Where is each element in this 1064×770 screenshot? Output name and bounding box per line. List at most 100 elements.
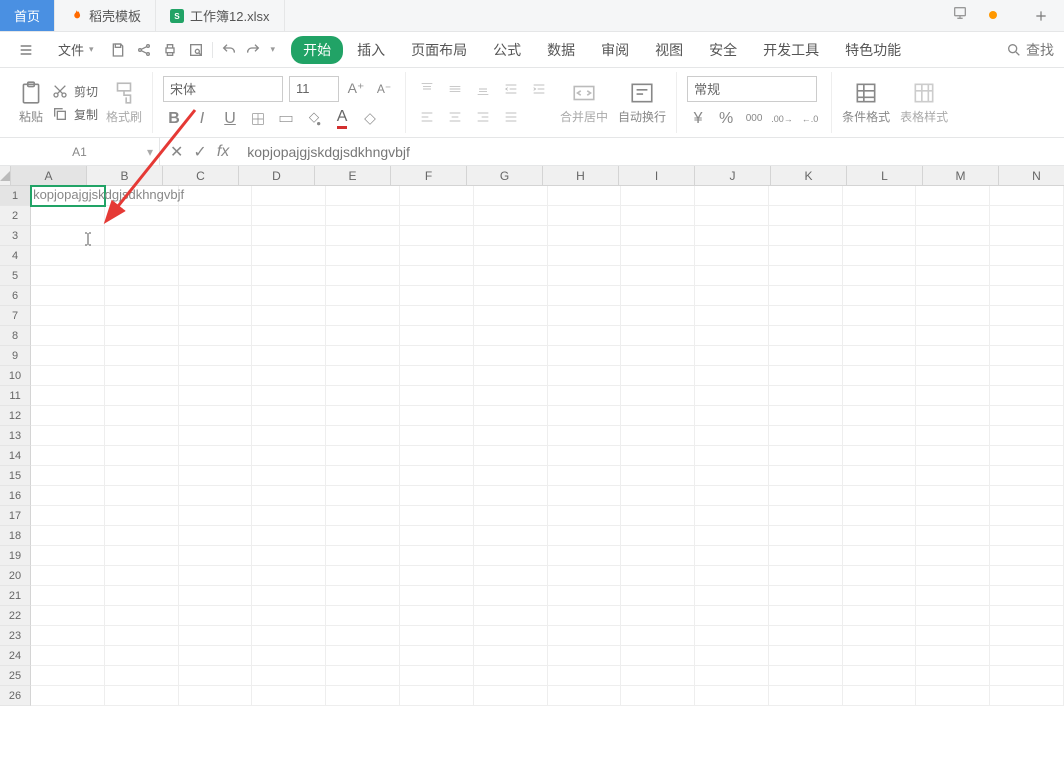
cell-D13[interactable]: [252, 426, 326, 446]
tab-home[interactable]: 首页: [0, 0, 55, 31]
cell-F5[interactable]: [400, 266, 474, 286]
cell-C7[interactable]: [179, 306, 253, 326]
cell-F2[interactable]: [400, 206, 474, 226]
ribbon-tab-layout[interactable]: 页面布局: [399, 36, 479, 64]
cell-K7[interactable]: [769, 306, 843, 326]
cell-I11[interactable]: [621, 386, 695, 406]
cell-L11[interactable]: [843, 386, 917, 406]
cell-M18[interactable]: [916, 526, 990, 546]
cell-A13[interactable]: [31, 426, 105, 446]
cell-G26[interactable]: [474, 686, 548, 706]
row-header-17[interactable]: 17: [0, 506, 31, 526]
cell-C22[interactable]: [179, 606, 253, 626]
cell-N4[interactable]: [990, 246, 1064, 266]
cell-H22[interactable]: [548, 606, 622, 626]
cell-L7[interactable]: [843, 306, 917, 326]
cell-D26[interactable]: [252, 686, 326, 706]
name-box[interactable]: A1 ▾: [0, 138, 160, 165]
cell-I10[interactable]: [621, 366, 695, 386]
cell-N1[interactable]: [990, 186, 1064, 206]
row-header-13[interactable]: 13: [0, 426, 31, 446]
cell-M22[interactable]: [916, 606, 990, 626]
column-header-I[interactable]: I: [619, 166, 695, 186]
cell-A5[interactable]: [31, 266, 105, 286]
cell-H17[interactable]: [548, 506, 622, 526]
cell-N20[interactable]: [990, 566, 1064, 586]
column-header-G[interactable]: G: [467, 166, 543, 186]
cell-C17[interactable]: [179, 506, 253, 526]
cell-A15[interactable]: [31, 466, 105, 486]
cell-H12[interactable]: [548, 406, 622, 426]
cell-B6[interactable]: [105, 286, 179, 306]
wrap-text-button[interactable]: 自动换行: [618, 72, 666, 134]
cell-I13[interactable]: [621, 426, 695, 446]
cell-C20[interactable]: [179, 566, 253, 586]
cell-B16[interactable]: [105, 486, 179, 506]
cell-H6[interactable]: [548, 286, 622, 306]
cell-G21[interactable]: [474, 586, 548, 606]
cell-C4[interactable]: [179, 246, 253, 266]
cell-E14[interactable]: [326, 446, 400, 466]
redo-icon[interactable]: [245, 42, 261, 58]
cut-button[interactable]: 剪切: [52, 83, 98, 100]
cell-G20[interactable]: [474, 566, 548, 586]
cell-J9[interactable]: [695, 346, 769, 366]
cell-N10[interactable]: [990, 366, 1064, 386]
decrease-font-icon[interactable]: A⁻: [373, 78, 395, 100]
cell-K22[interactable]: [769, 606, 843, 626]
cell-N18[interactable]: [990, 526, 1064, 546]
cell-L12[interactable]: [843, 406, 917, 426]
cell-C14[interactable]: [179, 446, 253, 466]
cell-I21[interactable]: [621, 586, 695, 606]
cell-H18[interactable]: [548, 526, 622, 546]
cell-A4[interactable]: [31, 246, 105, 266]
cell-D10[interactable]: [252, 366, 326, 386]
cell-B1[interactable]: [105, 186, 179, 206]
row-header-1[interactable]: 1: [0, 186, 31, 206]
cell-C26[interactable]: [179, 686, 253, 706]
cell-K4[interactable]: [769, 246, 843, 266]
cell-H11[interactable]: [548, 386, 622, 406]
cell-H9[interactable]: [548, 346, 622, 366]
row-header-22[interactable]: 22: [0, 606, 31, 626]
cell-H15[interactable]: [548, 466, 622, 486]
cell-K19[interactable]: [769, 546, 843, 566]
cell-C23[interactable]: [179, 626, 253, 646]
cell-E9[interactable]: [326, 346, 400, 366]
column-header-H[interactable]: H: [543, 166, 619, 186]
cell-I7[interactable]: [621, 306, 695, 326]
cell-A8[interactable]: [31, 326, 105, 346]
cell-B9[interactable]: [105, 346, 179, 366]
indent-decrease-icon[interactable]: [500, 78, 522, 100]
cell-L26[interactable]: [843, 686, 917, 706]
row-header-15[interactable]: 15: [0, 466, 31, 486]
column-header-E[interactable]: E: [315, 166, 391, 186]
search-button[interactable]: 查找: [1006, 40, 1054, 60]
cell-B12[interactable]: [105, 406, 179, 426]
cell-B4[interactable]: [105, 246, 179, 266]
cell-D22[interactable]: [252, 606, 326, 626]
cell-I17[interactable]: [621, 506, 695, 526]
cell-F1[interactable]: [400, 186, 474, 206]
cell-J24[interactable]: [695, 646, 769, 666]
cell-M25[interactable]: [916, 666, 990, 686]
cell-A17[interactable]: [31, 506, 105, 526]
cell-A12[interactable]: [31, 406, 105, 426]
cell-L16[interactable]: [843, 486, 917, 506]
cell-E20[interactable]: [326, 566, 400, 586]
column-header-A[interactable]: A: [11, 166, 87, 186]
cell-L25[interactable]: [843, 666, 917, 686]
cell-M1[interactable]: [916, 186, 990, 206]
cell-I15[interactable]: [621, 466, 695, 486]
cell-F15[interactable]: [400, 466, 474, 486]
cell-K18[interactable]: [769, 526, 843, 546]
cell-I16[interactable]: [621, 486, 695, 506]
align-right-icon[interactable]: [472, 106, 494, 128]
cell-D18[interactable]: [252, 526, 326, 546]
cell-J19[interactable]: [695, 546, 769, 566]
cell-L1[interactable]: [843, 186, 917, 206]
cell-H16[interactable]: [548, 486, 622, 506]
cell-I20[interactable]: [621, 566, 695, 586]
cell-D24[interactable]: [252, 646, 326, 666]
cell-J7[interactable]: [695, 306, 769, 326]
